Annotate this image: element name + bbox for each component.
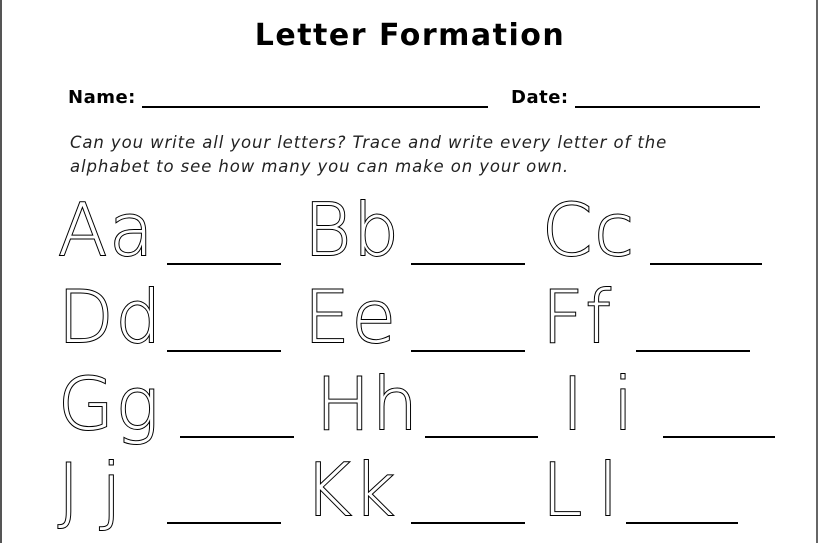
date-field-line[interactable] — [575, 106, 760, 108]
trace-letter-kk: Kk — [303, 448, 397, 532]
write-line-jj[interactable] — [167, 522, 281, 524]
write-line-cc[interactable] — [650, 263, 762, 265]
write-line-ll[interactable] — [626, 522, 738, 524]
trace-letter-jj: Jj — [57, 448, 144, 532]
write-line-kk[interactable] — [411, 522, 525, 524]
write-line-gg[interactable] — [180, 436, 294, 438]
write-line-ee[interactable] — [411, 350, 525, 352]
worksheet-title: Letter Formation — [254, 18, 566, 53]
write-line-dd[interactable] — [167, 350, 281, 352]
trace-letter-dd: Dd — [57, 275, 164, 359]
trace-letter-bb: Bb — [303, 188, 401, 272]
trace-letter-aa: Aa — [57, 188, 156, 272]
write-line-ff[interactable] — [636, 350, 750, 352]
trace-letter-ll: Ll — [541, 448, 635, 532]
trace-letter-hh: Hh — [315, 362, 420, 446]
date-label: Date: — [511, 87, 569, 108]
instructions: Can you write all your letters? Trace an… — [70, 131, 770, 179]
name-field-line[interactable] — [142, 106, 488, 108]
name-label: Name: — [68, 87, 136, 108]
trace-letter-gg: Gg — [57, 362, 161, 446]
instructions-line-2: alphabet to see how many you can make on… — [70, 157, 569, 176]
trace-letter-ee: Ee — [303, 275, 398, 359]
write-line-hh[interactable] — [425, 436, 538, 438]
write-line-aa[interactable] — [167, 263, 281, 265]
trace-letter-cc: Cc — [541, 188, 636, 272]
trace-letter-ff: Ff — [541, 275, 613, 359]
page-right-border — [816, 0, 818, 543]
write-line-ii[interactable] — [663, 436, 775, 438]
trace-letter-ii: Ii — [561, 362, 664, 446]
write-line-bb[interactable] — [411, 263, 525, 265]
page-left-border — [0, 0, 2, 543]
instructions-line-1: Can you write all your letters? Trace an… — [70, 133, 668, 152]
